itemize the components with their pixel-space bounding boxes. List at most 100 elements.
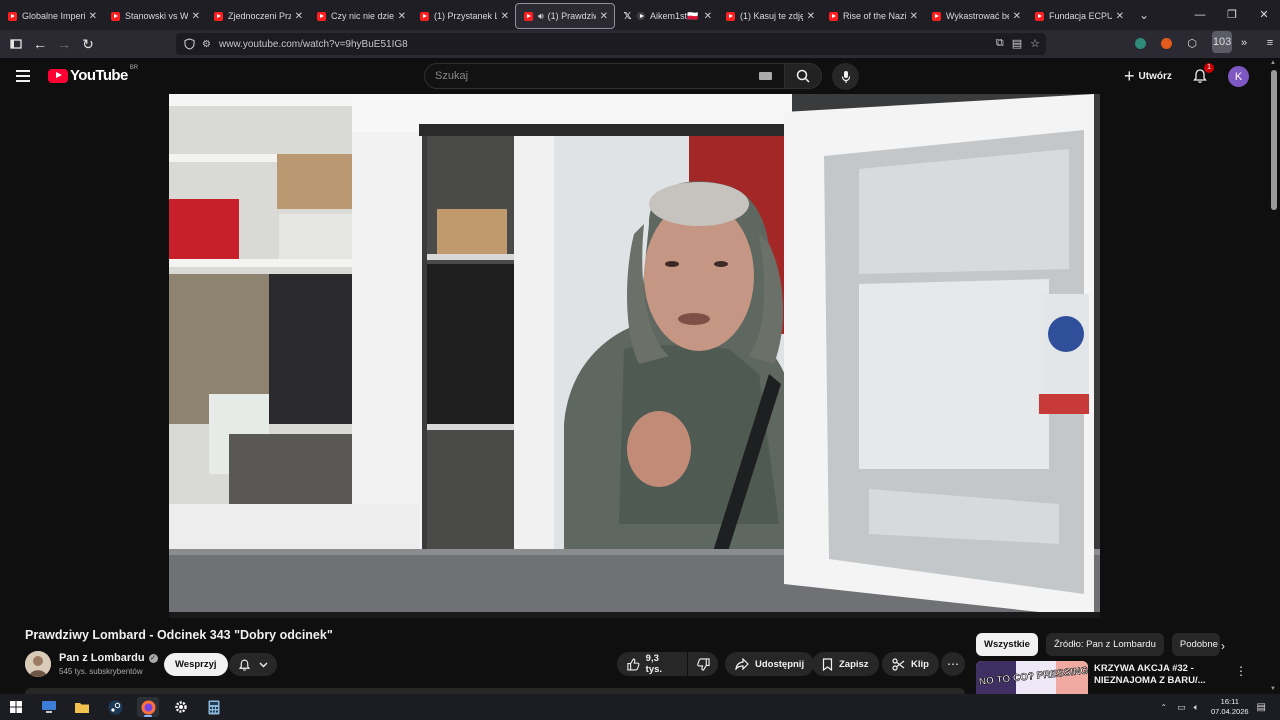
picture-in-picture-icon[interactable]: ⧉ (996, 37, 1004, 50)
sidebar-toggle-icon[interactable] (4, 32, 28, 56)
speaker-icon[interactable]: 🔊︎ (538, 11, 544, 22)
recommendation-title[interactable]: KRZYWA AKCJA #32 - NIEZNAJOMA Z BARU/... (1094, 663, 1214, 687)
browser-tab[interactable]: Rise of the Nazis a ✕ (821, 3, 924, 29)
address-bar[interactable]: ⚙︎ www.youtube.com/watch?v=9hyBuE51IG8 ⧉… (176, 33, 1046, 55)
bookmark-star-icon[interactable]: ☆ (1030, 37, 1040, 50)
create-button[interactable]: + Utwórz (1114, 63, 1182, 89)
keyboard-icon[interactable] (759, 72, 772, 80)
close-tab-icon[interactable]: ✕ (295, 11, 303, 22)
search-button[interactable] (784, 63, 822, 89)
youtube-icon (420, 11, 429, 21)
forward-icon[interactable]: → (52, 32, 76, 56)
close-tab-icon[interactable]: ✕ (398, 11, 406, 22)
browser-tab[interactable]: (1) Kasuj te zdjęcia ✕ (718, 3, 821, 29)
shield-icon[interactable] (184, 38, 196, 50)
support-button[interactable]: Wesprzyj (164, 653, 228, 676)
scroll-down-arrow-icon[interactable]: ▼ (1270, 686, 1276, 692)
clip-button[interactable]: Klip (882, 652, 939, 676)
like-button[interactable]: 9,3 tys. (617, 652, 687, 676)
close-tab-icon[interactable]: ✕ (807, 11, 815, 22)
browser-tab[interactable]: Globalne Imperium ✕ (0, 3, 103, 29)
ublock-extension-icon[interactable]: 103 (1208, 31, 1232, 54)
browser-tab-active[interactable]: 🔊︎ (1) Prawdziwy ✕ (515, 3, 615, 29)
more-actions-icon[interactable]: ⋯ (941, 652, 965, 676)
restore-icon[interactable]: ❐ (1216, 0, 1248, 30)
youtube-icon (8, 11, 17, 21)
close-tab-icon[interactable]: ✕ (1116, 11, 1124, 22)
browser-tab[interactable]: Czy nic nie dzieje s ✕ (309, 3, 412, 29)
browser-tab[interactable]: Wykastrować bezd ✕ (924, 3, 1027, 29)
browser-toolbar: ← → ↻ ⚙︎ www.youtube.com/watch?v=9hyBuE5… (0, 30, 1280, 58)
back-icon[interactable]: ← (28, 32, 52, 56)
browser-tab[interactable]: Stanowski vs Woje ✕ (103, 3, 206, 29)
app-menu-icon[interactable]: ≡ (1260, 32, 1280, 54)
chevron-right-icon[interactable]: › (1221, 639, 1225, 653)
fox-extension-icon[interactable] (1156, 32, 1176, 54)
video-player[interactable] (169, 94, 1100, 618)
settings-gear-icon[interactable] (170, 697, 192, 717)
youtube-header: YouTube BR + Utwórz 1 K (0, 58, 1268, 94)
extensions-icon[interactable]: ⬡ (1182, 32, 1202, 54)
notifications-button[interactable]: 1 (1190, 63, 1214, 86)
voice-search-button[interactable] (832, 63, 859, 90)
browser-tab[interactable]: Zjednoczeni Przec ✕ (206, 3, 309, 29)
window-controls: — ❐ ✕ (1184, 0, 1280, 30)
video-frame (169, 94, 1100, 618)
verified-icon: ✓ (148, 653, 158, 663)
vpn-extension-icon[interactable] (1130, 32, 1150, 54)
close-tab-icon[interactable]: ✕ (704, 11, 712, 22)
overflow-chevron-icon[interactable]: » (1234, 32, 1254, 54)
reader-view-icon[interactable]: ▤ (1012, 37, 1022, 50)
youtube-logo[interactable]: YouTube BR (48, 65, 138, 84)
close-tab-icon[interactable]: ✕ (910, 11, 918, 22)
reload-icon[interactable]: ↻ (76, 32, 100, 56)
browser-tab[interactable]: Fundacja ECPU Po ✕ (1027, 3, 1130, 29)
close-tab-icon[interactable]: ✕ (1013, 11, 1021, 22)
close-tab-icon[interactable]: ✕ (600, 11, 608, 22)
search-box[interactable] (424, 63, 785, 89)
calculator-icon[interactable] (203, 697, 225, 717)
recommendation-thumbnail[interactable]: NO TO CO? PRESSING! (976, 661, 1088, 694)
url-text[interactable]: www.youtube.com/watch?v=9hyBuE51IG8 (219, 39, 408, 50)
page-scrollbar[interactable]: ▲ ▼ (1268, 58, 1280, 694)
youtube-icon (726, 11, 735, 21)
chip-from-channel[interactable]: Źródło: Pan z Lombardu (1045, 633, 1164, 656)
clock[interactable]: 16:11 07.04.2026 (1211, 697, 1249, 717)
dislike-button[interactable] (688, 652, 718, 676)
close-tab-icon[interactable]: ✕ (192, 11, 200, 22)
channel-avatar[interactable] (25, 651, 51, 677)
steam-icon[interactable] (104, 697, 126, 717)
notification-center-icon[interactable]: ▤ (1257, 702, 1266, 713)
share-button[interactable]: Udostępnij (725, 652, 815, 676)
close-tab-icon[interactable]: ✕ (89, 11, 97, 22)
firefox-icon[interactable] (137, 697, 159, 717)
chip-all[interactable]: Wszystkie (976, 633, 1038, 656)
chevron-down-icon (259, 662, 268, 667)
chip-related[interactable]: Podobne (1171, 633, 1220, 656)
list-all-tabs-icon[interactable]: ⌄ (1134, 8, 1154, 22)
minimize-icon[interactable]: — (1184, 0, 1216, 30)
save-button[interactable]: Zapisz (812, 652, 879, 676)
monitor-app-icon[interactable] (38, 697, 60, 717)
browser-tab[interactable]: 𝕏 Aikem1st🇵🇱 - ✕ (615, 3, 718, 29)
account-avatar[interactable]: K (1228, 66, 1249, 87)
volume-icon[interactable]: 🔈︎ (1194, 702, 1199, 713)
youtube-icon (214, 11, 223, 21)
recommendation-menu-icon[interactable]: ⋮ (1235, 664, 1247, 678)
close-tab-icon[interactable]: ✕ (501, 11, 509, 22)
scrollbar-thumb[interactable] (1271, 70, 1277, 210)
browser-tab[interactable]: (1) Przystanek Lon ✕ (412, 3, 515, 29)
site-settings-icon[interactable]: ⚙︎ (202, 39, 211, 50)
network-icon[interactable]: ▭ (1177, 702, 1186, 713)
scroll-up-arrow-icon[interactable]: ▲ (1270, 60, 1276, 66)
menu-icon[interactable] (16, 70, 30, 82)
notification-badge: 1 (1204, 63, 1214, 73)
tray-overflow-icon[interactable]: ⌃ (1160, 703, 1167, 712)
channel-name[interactable]: Pan z Lombardu ✓ (59, 652, 158, 664)
search-input[interactable] (435, 70, 735, 82)
subscriber-count: 545 tys. subskrybentów (59, 667, 143, 676)
subscription-notifications-button[interactable] (229, 653, 277, 676)
windows-start-icon[interactable] (5, 697, 27, 717)
file-explorer-icon[interactable] (71, 697, 93, 717)
close-window-icon[interactable]: ✕ (1248, 0, 1280, 30)
